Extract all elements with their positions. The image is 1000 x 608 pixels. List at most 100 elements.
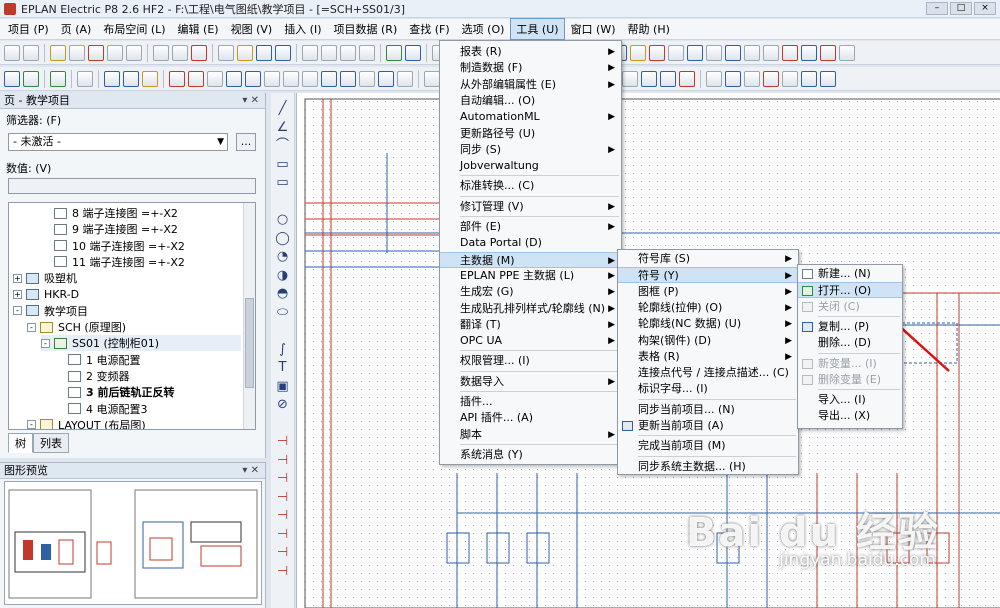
menu-item[interactable]: Data Portal (D) bbox=[440, 235, 621, 251]
draw-tool-icon[interactable]: ∠ bbox=[275, 120, 290, 135]
menu-1[interactable]: 页 (A) bbox=[55, 18, 98, 40]
secondary-tool-icon[interactable] bbox=[77, 70, 93, 87]
draw-tool-icon[interactable]: ⊣ bbox=[275, 508, 290, 523]
secondary-tool-icon[interactable] bbox=[283, 70, 299, 87]
menu-item[interactable]: 构架(钢件) (D) ▶ bbox=[618, 333, 798, 349]
draw-tool-icon[interactable]: ◔ bbox=[275, 249, 290, 264]
menu-10[interactable]: 窗口 (W) bbox=[565, 18, 622, 40]
menu-item[interactable]: 导出... (X) bbox=[798, 408, 902, 424]
tree-item[interactable]: - 教学项目 bbox=[13, 303, 241, 319]
menu-item[interactable]: 更新当前项目 (A) bbox=[618, 418, 798, 434]
main-tool-icon[interactable] bbox=[50, 44, 66, 61]
main-tool-icon[interactable] bbox=[4, 44, 20, 61]
menu-4[interactable]: 视图 (V) bbox=[225, 18, 279, 40]
secondary-tool-icon[interactable] bbox=[169, 70, 185, 87]
main-tool-icon[interactable] bbox=[218, 44, 234, 61]
menu-3[interactable]: 编辑 (E) bbox=[172, 18, 225, 40]
secondary-tool-icon[interactable] bbox=[123, 70, 139, 87]
draw-tool-icon[interactable]: ▣ bbox=[275, 379, 290, 394]
secondary-tool-icon[interactable] bbox=[820, 70, 836, 87]
panel-pin-close-icon[interactable]: ▾ ✕ bbox=[242, 463, 259, 478]
secondary-tool-icon[interactable] bbox=[622, 70, 638, 87]
expand-icon[interactable]: + bbox=[13, 273, 22, 283]
collapse-icon[interactable]: - bbox=[27, 322, 36, 332]
draw-tool-icon[interactable]: ⌒ bbox=[275, 138, 290, 153]
menu-7[interactable]: 查找 (F) bbox=[403, 18, 455, 40]
secondary-tool-icon[interactable] bbox=[641, 70, 657, 87]
draw-tool-icon[interactable]: ◯ bbox=[275, 231, 290, 246]
main-tool-icon[interactable] bbox=[706, 44, 722, 61]
menu-item[interactable]: 生成宏 (G) ▶ bbox=[440, 284, 621, 300]
collapse-icon[interactable]: - bbox=[41, 338, 50, 348]
menu-item[interactable]: 轮廓线(NC 数据) (U) ▶ bbox=[618, 316, 798, 332]
draw-tool-icon[interactable]: ▭ bbox=[275, 157, 290, 172]
menu-item[interactable]: 符号库 (S) ▶ bbox=[618, 251, 798, 267]
draw-tool-icon[interactable]: ⬭ bbox=[275, 305, 290, 320]
menu-item[interactable]: 自动编辑... (O) bbox=[440, 93, 621, 109]
scroll-thumb[interactable] bbox=[245, 298, 254, 388]
tree-item[interactable]: 3 前后链轨正反转 bbox=[55, 384, 241, 400]
menu-item[interactable]: 同步当前项目... (N) bbox=[618, 402, 798, 418]
main-tool-icon[interactable] bbox=[839, 44, 855, 61]
draw-tool-icon[interactable]: ▭ bbox=[275, 175, 290, 190]
secondary-tool-icon[interactable] bbox=[245, 70, 261, 87]
draw-tool-icon[interactable]: ⊣ bbox=[275, 471, 290, 486]
main-tool-icon[interactable] bbox=[649, 44, 665, 61]
tree-item[interactable]: 1 电源配置 bbox=[55, 352, 241, 368]
close-icon[interactable]: × bbox=[974, 2, 996, 15]
draw-tool-icon[interactable]: ⊘ bbox=[275, 397, 290, 412]
secondary-tool-icon[interactable] bbox=[226, 70, 242, 87]
main-tool-icon[interactable] bbox=[275, 44, 291, 61]
main-tool-icon[interactable] bbox=[107, 44, 123, 61]
tab-tree[interactable]: 树 bbox=[8, 433, 33, 453]
tree-scrollbar[interactable] bbox=[243, 203, 255, 429]
main-tool-icon[interactable] bbox=[321, 44, 337, 61]
menu-item[interactable]: 报表 (R) ▶ bbox=[440, 44, 621, 60]
menu-item[interactable]: 轮廓线(拉伸) (O) ▶ bbox=[618, 300, 798, 316]
menu-5[interactable]: 插入 (I) bbox=[278, 18, 327, 40]
secondary-tool-icon[interactable] bbox=[207, 70, 223, 87]
tree-item[interactable]: 8 端子连接图 =+-X2 bbox=[41, 205, 241, 221]
menu-item[interactable]: 符号 (Y) ▶ bbox=[618, 267, 798, 284]
main-tool-icon[interactable] bbox=[302, 44, 318, 61]
main-tool-icon[interactable] bbox=[88, 44, 104, 61]
tree-item[interactable]: 11 端子连接图 =+-X2 bbox=[41, 254, 241, 270]
main-tool-icon[interactable] bbox=[630, 44, 646, 61]
menu-item[interactable]: 修订管理 (V) ▶ bbox=[440, 199, 621, 215]
collapse-icon[interactable]: - bbox=[27, 420, 36, 429]
draw-tool-icon[interactable]: ╱ bbox=[275, 101, 290, 116]
tree-item[interactable]: 4 电源配置3 bbox=[55, 401, 241, 417]
tree-item[interactable]: - SS01 (控制柜01) bbox=[41, 335, 241, 352]
main-tool-icon[interactable] bbox=[237, 44, 253, 61]
draw-tool-icon[interactable]: ◓ bbox=[275, 286, 290, 301]
menu-item[interactable]: API 插件... (A) bbox=[440, 410, 621, 426]
secondary-tool-icon[interactable] bbox=[23, 70, 39, 87]
main-tool-icon[interactable] bbox=[744, 44, 760, 61]
secondary-tool-icon[interactable] bbox=[359, 70, 375, 87]
main-tool-icon[interactable] bbox=[23, 44, 39, 61]
menu-item[interactable]: 打开... (O) bbox=[798, 282, 902, 299]
main-tool-icon[interactable] bbox=[153, 44, 169, 61]
menu-item[interactable]: 删除... (D) bbox=[798, 335, 902, 351]
menu-item[interactable]: 表格 (R) ▶ bbox=[618, 349, 798, 365]
draw-tool-icon[interactable]: T bbox=[275, 360, 290, 375]
menu-item[interactable]: 连接点代号 / 连接点描述... (C) bbox=[618, 365, 798, 381]
secondary-tool-icon[interactable] bbox=[378, 70, 394, 87]
main-tool-icon[interactable] bbox=[782, 44, 798, 61]
filter-select[interactable]: - 未激活 - ▼ bbox=[8, 133, 228, 151]
menu-item[interactable]: 制造数据 (F) ▶ bbox=[440, 60, 621, 76]
secondary-tool-icon[interactable] bbox=[782, 70, 798, 87]
draw-tool-icon[interactable]: ○ bbox=[275, 212, 290, 227]
tree-item[interactable]: 2 变频器 bbox=[55, 368, 241, 384]
tree-item[interactable]: - SCH (原理图) bbox=[27, 319, 241, 335]
menu-11[interactable]: 帮助 (H) bbox=[622, 18, 676, 40]
tree-item[interactable]: 10 端子连接图 =+-X2 bbox=[41, 238, 241, 254]
secondary-tool-icon[interactable] bbox=[50, 70, 66, 87]
menu-item[interactable]: 标准转换... (C) bbox=[440, 178, 621, 194]
main-tool-icon[interactable] bbox=[340, 44, 356, 61]
secondary-tool-icon[interactable] bbox=[340, 70, 356, 87]
menu-item[interactable]: 从外部编辑属性 (E) ▶ bbox=[440, 77, 621, 93]
tree-item[interactable]: + HKR-D bbox=[13, 287, 241, 303]
menu-item[interactable]: EPLAN PPE 主数据 (L) ▶ bbox=[440, 268, 621, 284]
main-tool-icon[interactable] bbox=[359, 44, 375, 61]
